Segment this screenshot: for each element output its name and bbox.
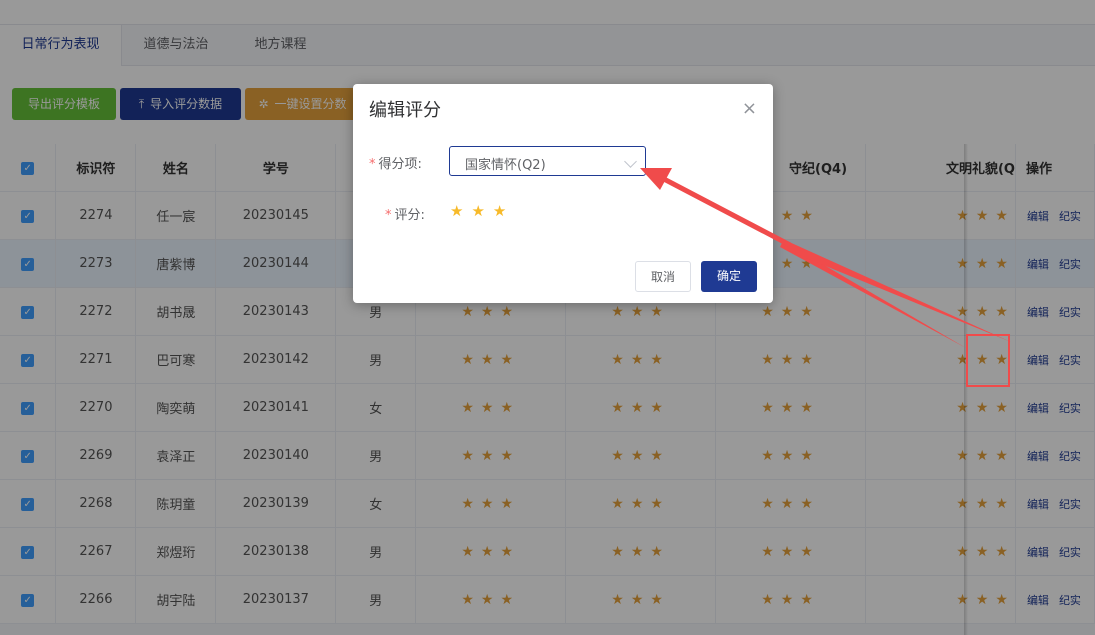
- arrow-shaft: [784, 241, 1011, 342]
- annotation-arrow: [640, 168, 1011, 348]
- arrow-line: [660, 175, 792, 248]
